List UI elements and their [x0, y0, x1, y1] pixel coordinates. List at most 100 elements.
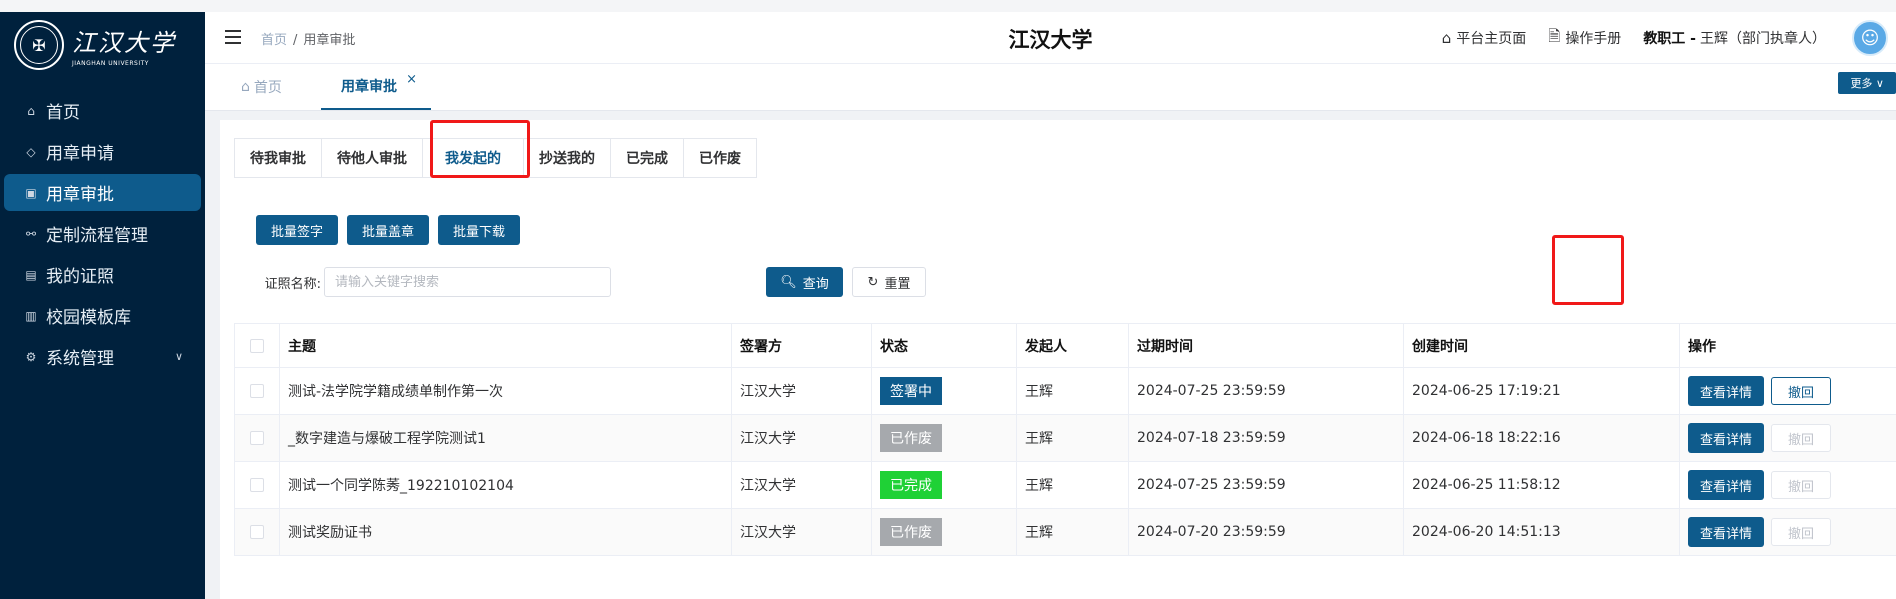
status-badge: 已作废: [880, 518, 942, 546]
view-detail-button[interactable]: 查看详情: [1688, 470, 1765, 500]
chevron-down-icon: ∨: [174, 350, 183, 363]
home-icon: ⌂: [241, 79, 250, 95]
top-header: 首页 / 用章审批 江汉大学 ⌂ 平台主页面 🗎 操作手册 教职工 - 王辉（部门执章人…: [205, 12, 1896, 64]
batch-actions: 批量签字 批量盖章 批量下载: [256, 215, 529, 245]
home-icon: ⌂: [27, 103, 35, 118]
breadcrumb-home[interactable]: 首页: [261, 33, 287, 48]
view-tabs: ⌂ 首页 用章审批 × 更多 ∨: [205, 64, 1896, 111]
table-header: 主题 签署方 状态 发起人 过期时间 创建时间 操作: [234, 324, 1896, 368]
browser-top-strip: [0, 0, 1896, 12]
batch-stamp-button[interactable]: 批量盖章: [347, 215, 430, 245]
batch-download-button[interactable]: 批量下载: [438, 215, 521, 245]
status-tab-4[interactable]: 已完成: [611, 139, 684, 177]
sidebar-item-label: 校园模板库: [46, 308, 131, 328]
sidebar-item-4[interactable]: ▤ 我的证照: [4, 256, 201, 293]
more-tabs-button[interactable]: 更多 ∨: [1838, 72, 1896, 94]
revoke-button[interactable]: 撤回: [1771, 518, 1832, 546]
batch-sign-button[interactable]: 批量签字: [256, 215, 339, 245]
query-button[interactable]: 🔍︎ 查询: [766, 267, 843, 297]
apply-icon: ◇: [26, 144, 36, 159]
status-tab-3[interactable]: 抄送我的: [524, 139, 611, 177]
cell-subject: 测试-法学院学籍成绩单制作第一次: [280, 368, 732, 414]
sidebar-item-6[interactable]: ⚙ 系统管理 ∨: [4, 338, 201, 375]
cell-created: 2024-06-25 17:19:21: [1404, 368, 1680, 414]
seal-icon: ✠: [14, 20, 64, 70]
search-label: 证照名称:: [264, 276, 321, 292]
column-operation: 操作: [1688, 338, 1716, 355]
table-row: 测试-法学院学籍成绩单制作第一次 江汉大学 签署中 王辉 2024-07-25 23:5…: [234, 368, 1896, 415]
platform-home-link[interactable]: ⌂ 平台主页面: [1442, 28, 1527, 48]
breadcrumb-current: 用章审批: [303, 33, 356, 48]
table-row: 测试奖励证书 江汉大学 已作废 王辉 2024-07-20 23:59:59 2024-0…: [234, 509, 1896, 556]
column-status: 状态: [872, 324, 1017, 367]
sidebar-item-5[interactable]: ▥ 校园模板库: [4, 297, 201, 334]
status-tab-1[interactable]: 待他人审批: [322, 139, 423, 177]
close-icon[interactable]: ×: [406, 72, 417, 87]
reset-button[interactable]: ↻ 重置: [852, 267, 926, 297]
cell-expire: 2024-07-25 23:59:59: [1129, 462, 1404, 508]
revoke-button[interactable]: 撤回: [1771, 377, 1832, 405]
column-expire: 过期时间: [1129, 324, 1404, 367]
view-detail-button[interactable]: 查看详情: [1688, 376, 1765, 406]
select-all-checkbox[interactable]: [250, 338, 264, 353]
revoke-button[interactable]: 撤回: [1771, 424, 1832, 452]
revoke-button[interactable]: 撤回: [1771, 471, 1832, 499]
sidebar: ✠ 江汉大学 JIANGHAN UNIVERSITY ⌂ 首页 ◇ 用章申请 ▣ 用章审批…: [0, 12, 205, 599]
sidebar-item-0[interactable]: ⌂ 首页: [4, 92, 201, 129]
view-detail-button[interactable]: 查看详情: [1688, 423, 1765, 453]
row-checkbox[interactable]: [250, 525, 264, 539]
flow-icon: ⚯: [25, 226, 37, 241]
view-detail-button[interactable]: 查看详情: [1688, 517, 1765, 547]
document-icon: 🗎: [1548, 26, 1561, 45]
sidebar-item-3[interactable]: ⚯ 定制流程管理: [4, 215, 201, 252]
column-party: 签署方: [732, 324, 872, 367]
cell-created: 2024-06-25 11:58:12: [1404, 462, 1680, 508]
template-icon: ▥: [25, 308, 37, 323]
content-card: 待我审批 待他人审批 我发起的 抄送我的 已完成 已作废 批量签字 批量盖章 批量下载 证…: [220, 120, 1896, 599]
cell-created: 2024-06-20 14:51:13: [1404, 509, 1680, 555]
avatar[interactable]: ☺: [1852, 20, 1888, 56]
sidebar-item-label: 定制流程管理: [46, 226, 148, 246]
breadcrumb: 首页 / 用章审批: [261, 33, 356, 48]
sidebar-item-label: 我的证照: [46, 267, 114, 287]
approve-icon: ▣: [25, 185, 37, 200]
license-icon: ▤: [25, 267, 37, 282]
collapse-menu-icon[interactable]: [225, 30, 241, 44]
cell-party: 江汉大学: [732, 368, 872, 414]
table-row: 测试一个同学陈莠_192210102104 江汉大学 已完成 王辉 2024-07-25…: [234, 462, 1896, 509]
sidebar-item-1[interactable]: ◇ 用章申请: [4, 133, 201, 170]
row-checkbox[interactable]: [250, 384, 264, 398]
search-icon: 🔍︎: [780, 274, 797, 290]
tab-seal-approval[interactable]: 用章审批 ×: [321, 64, 431, 110]
cell-initiator: 王辉: [1017, 415, 1129, 461]
cell-expire: 2024-07-25 23:59:59: [1129, 368, 1404, 414]
manual-link[interactable]: 🗎 操作手册: [1548, 26, 1621, 51]
row-checkbox[interactable]: [250, 478, 264, 492]
column-initiator: 发起人: [1017, 324, 1129, 367]
house-icon: ⌂: [1441, 29, 1452, 47]
status-badge: 签署中: [880, 377, 942, 405]
cell-initiator: 王辉: [1017, 368, 1129, 414]
cell-expire: 2024-07-20 23:59:59: [1129, 509, 1404, 555]
refresh-icon: ↻: [867, 274, 879, 290]
column-created: 创建时间: [1404, 324, 1680, 367]
cell-initiator: 王辉: [1017, 462, 1129, 508]
search-row: 证照名称:: [256, 267, 611, 297]
status-tab-5[interactable]: 已作废: [684, 139, 756, 177]
status-tab-2[interactable]: 我发起的: [423, 139, 524, 177]
user-role: 教职工 -: [1643, 31, 1696, 47]
logo-text: 江汉大学: [72, 29, 176, 57]
tab-home[interactable]: ⌂ 首页: [241, 64, 282, 110]
records-table: 主题 签署方 状态 发起人 过期时间 创建时间 操作 测试-法学院学籍成绩单制作…: [234, 323, 1896, 556]
status-tab-0[interactable]: 待我审批: [235, 139, 322, 177]
row-checkbox[interactable]: [250, 431, 264, 445]
cell-subject: 测试一个同学陈莠_192210102104: [280, 462, 732, 508]
search-input[interactable]: [324, 267, 611, 297]
user-name[interactable]: 王辉（部门执章人）: [1700, 28, 1826, 48]
sidebar-item-label: 系统管理: [46, 349, 114, 369]
sidebar-menu: ⌂ 首页 ◇ 用章申请 ▣ 用章审批 ⚯ 定制流程管理 ▤ 我的证照 ▥ 校园模板库 ⚙ 系统管理 ∨: [0, 92, 205, 375]
status-badge: 已完成: [880, 471, 942, 499]
sidebar-item-2[interactable]: ▣ 用章审批: [4, 174, 201, 211]
cell-expire: 2024-07-18 23:59:59: [1129, 415, 1404, 461]
logo-subtext: JIANGHAN UNIVERSITY: [72, 60, 149, 67]
